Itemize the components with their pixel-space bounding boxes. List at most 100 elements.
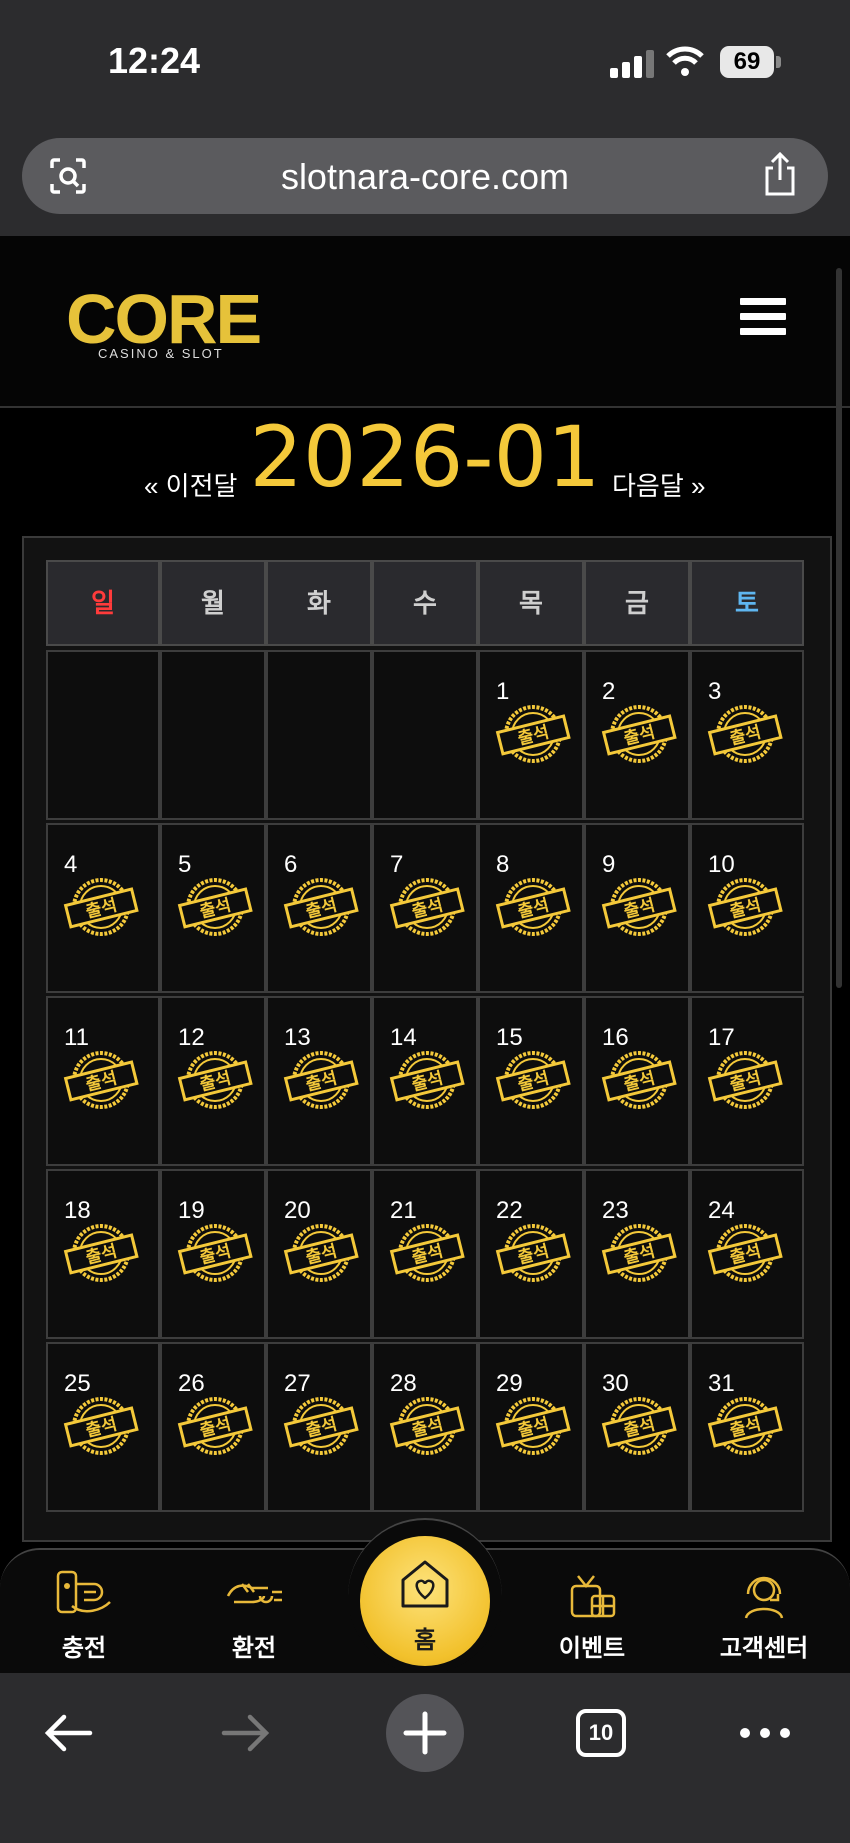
- page-scrollbar[interactable]: [836, 268, 842, 988]
- weekday-header: 월: [160, 560, 266, 646]
- attendance-stamp-icon: 출석: [707, 878, 783, 936]
- calendar-day[interactable]: 16 출석: [584, 996, 690, 1166]
- calendar-day[interactable]: 3 출석: [690, 650, 804, 820]
- calendar-day[interactable]: 14 출석: [372, 996, 478, 1166]
- calendar-day[interactable]: 31 출석: [690, 1342, 804, 1512]
- next-month-link[interactable]: 다음달 »: [612, 466, 705, 503]
- attendance-stamp-icon: 출석: [177, 1224, 253, 1282]
- forward-arrow-icon[interactable]: [220, 1711, 272, 1755]
- attendance-stamp-icon: 출석: [63, 1224, 139, 1282]
- calendar-day[interactable]: 24 출석: [690, 1169, 804, 1339]
- day-number: 30: [602, 1370, 629, 1397]
- calendar-day[interactable]: 12 출석: [160, 996, 266, 1166]
- day-number: 13: [284, 1024, 311, 1051]
- calendar-day[interactable]: 29 출석: [478, 1342, 584, 1512]
- more-options-icon[interactable]: [738, 1723, 792, 1743]
- url-text[interactable]: slotnara-core.com: [22, 156, 828, 198]
- calendar-day[interactable]: 21 출석: [372, 1169, 478, 1339]
- charge-icon: [56, 1570, 111, 1614]
- calendar-day[interactable]: 27 출석: [266, 1342, 372, 1512]
- nav-event[interactable]: 이벤트: [532, 1566, 652, 1663]
- day-number: 20: [284, 1197, 311, 1224]
- attendance-stamp-icon: 출석: [601, 1397, 677, 1455]
- weekday-header: 토: [690, 560, 804, 646]
- attendance-stamp-icon: 출석: [283, 1051, 359, 1109]
- nav-exchange[interactable]: 환전: [194, 1566, 314, 1663]
- share-icon[interactable]: [760, 152, 800, 198]
- day-number: 19: [178, 1197, 205, 1224]
- address-bar[interactable]: slotnara-core.com: [22, 138, 828, 214]
- day-number: 10: [708, 851, 735, 878]
- day-number: 11: [64, 1024, 89, 1051]
- weekday-header: 금: [584, 560, 690, 646]
- calendar-day[interactable]: 25 출석: [46, 1342, 160, 1512]
- wifi-icon: [666, 46, 704, 76]
- home-button[interactable]: 홈: [360, 1536, 490, 1666]
- gift-icon: [570, 1575, 616, 1618]
- attendance-stamp-icon: 출석: [495, 878, 571, 936]
- attendance-stamp-icon: 출석: [177, 1051, 253, 1109]
- cellular-signal-icon: [610, 48, 656, 78]
- battery-level: 69: [720, 46, 774, 78]
- calendar-day[interactable]: 20 출석: [266, 1169, 372, 1339]
- attendance-stamp-icon: 출석: [707, 705, 783, 763]
- day-number: 23: [602, 1197, 629, 1224]
- calendar-day[interactable]: 26 출석: [160, 1342, 266, 1512]
- calendar-empty-cell: [266, 650, 372, 820]
- attendance-stamp-icon: 출석: [495, 1051, 571, 1109]
- calendar-day[interactable]: 22 출석: [478, 1169, 584, 1339]
- day-number: 5: [178, 851, 192, 878]
- calendar-day[interactable]: 30 출석: [584, 1342, 690, 1512]
- day-number: 8: [496, 851, 510, 878]
- calendar-empty-cell: [46, 650, 160, 820]
- nav-exchange-label: 환전: [231, 1635, 277, 1662]
- core-logo[interactable]: CORE CASINO & SLOT: [66, 284, 262, 362]
- calendar-day[interactable]: 2 출석: [584, 650, 690, 820]
- calendar-day[interactable]: 8 출석: [478, 823, 584, 993]
- calendar-day[interactable]: 28 출석: [372, 1342, 478, 1512]
- nav-charge[interactable]: 충전: [24, 1566, 144, 1663]
- day-number: 4: [64, 851, 78, 878]
- calendar-day[interactable]: 18 출석: [46, 1169, 160, 1339]
- calendar-day[interactable]: 1 출석: [478, 650, 584, 820]
- calendar-day[interactable]: 10 출석: [690, 823, 804, 993]
- calendar-day[interactable]: 23 출석: [584, 1169, 690, 1339]
- new-tab-button[interactable]: [386, 1694, 464, 1772]
- attendance-stamp-icon: 출석: [63, 1051, 139, 1109]
- calendar-day[interactable]: 19 출석: [160, 1169, 266, 1339]
- logo-main-text: CORE: [66, 280, 262, 358]
- calendar-day[interactable]: 7 출석: [372, 823, 478, 993]
- calendar-day[interactable]: 6 출석: [266, 823, 372, 993]
- calendar-day[interactable]: 15 출석: [478, 996, 584, 1166]
- day-number: 26: [178, 1370, 205, 1397]
- exchange-icon: [226, 1583, 282, 1604]
- weekday-header: 일: [46, 560, 160, 646]
- calendar-day[interactable]: 4 출석: [46, 823, 160, 993]
- weekday-header: 목: [478, 560, 584, 646]
- hamburger-menu-icon[interactable]: [740, 298, 786, 338]
- calendar-day[interactable]: 11 출석: [46, 996, 160, 1166]
- nav-support[interactable]: 고객센터: [704, 1566, 824, 1663]
- day-number: 9: [602, 851, 616, 878]
- calendar-day[interactable]: 13 출석: [266, 996, 372, 1166]
- calendar-day[interactable]: 17 출석: [690, 996, 804, 1166]
- day-number: 31: [708, 1370, 735, 1397]
- attendance-stamp-icon: 출석: [707, 1051, 783, 1109]
- calendar-day[interactable]: 9 출석: [584, 823, 690, 993]
- tabs-count-button[interactable]: 10: [576, 1709, 626, 1757]
- attendance-stamp-icon: 출석: [495, 1224, 571, 1282]
- day-number: 22: [496, 1197, 523, 1224]
- day-number: 21: [390, 1197, 417, 1224]
- back-arrow-icon[interactable]: [42, 1711, 94, 1755]
- calendar-day[interactable]: 5 출석: [160, 823, 266, 993]
- attendance-stamp-icon: 출석: [63, 878, 139, 936]
- attendance-stamp-icon: 출석: [389, 1397, 465, 1455]
- attendance-stamp-icon: 출석: [283, 878, 359, 936]
- attendance-stamp-icon: 출석: [601, 1051, 677, 1109]
- nav-event-label: 이벤트: [558, 1635, 626, 1662]
- nav-home-label: 홈: [413, 1627, 437, 1654]
- battery-tip: [776, 56, 781, 68]
- logo-sub-text: CASINO & SLOT: [98, 346, 224, 361]
- attendance-stamp-icon: 출석: [389, 878, 465, 936]
- nav-charge-label: 충전: [61, 1635, 107, 1662]
